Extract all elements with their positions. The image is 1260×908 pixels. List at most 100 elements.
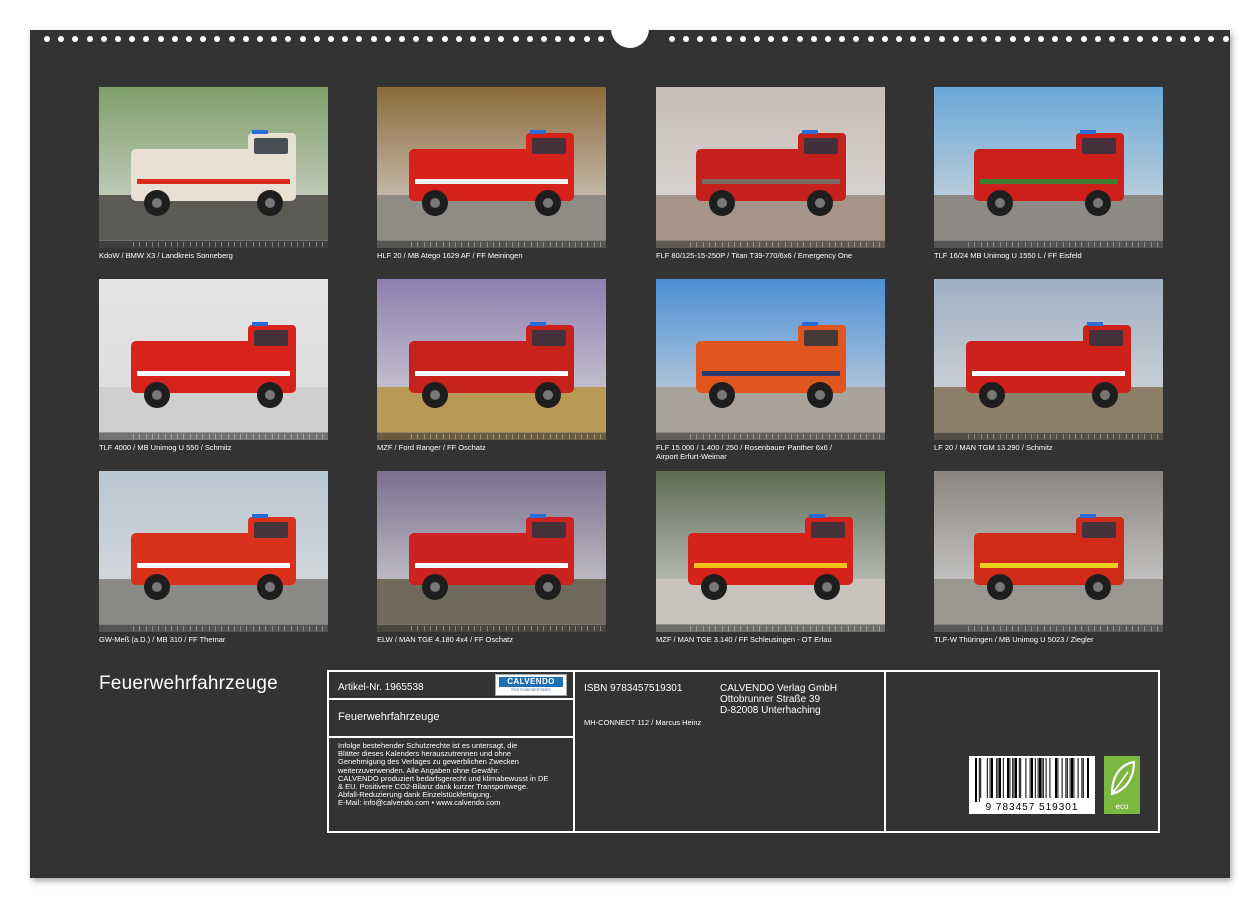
binding-hole [584, 36, 590, 42]
vehicle-photo [656, 279, 885, 440]
date-strip [934, 240, 1163, 248]
date-strip [934, 624, 1163, 632]
binding-hole [953, 36, 959, 42]
author: MH-CONNECT 112 / Marcus Heinz [584, 719, 701, 727]
date-strip [377, 624, 606, 632]
vehicle-photo [99, 279, 328, 440]
binding-hole [981, 36, 987, 42]
binding-hole [1095, 36, 1101, 42]
binding-hole [456, 36, 462, 42]
binding-hole [882, 36, 888, 42]
binding-hole [797, 36, 803, 42]
binding-hole [868, 36, 874, 42]
binding-hole [314, 36, 320, 42]
info-column-article: Artikel-Nr. 1965538 CALVENDO Ihre Kalend… [329, 672, 573, 831]
calvendo-logo-word: CALVENDO [499, 677, 563, 687]
binding-hole [285, 36, 291, 42]
binding-hole [413, 36, 419, 42]
binding-hole [385, 36, 391, 42]
vehicle-photo [99, 87, 328, 248]
spiral-binding [30, 30, 1230, 50]
date-strip [377, 432, 606, 440]
binding-hole [513, 36, 519, 42]
month-tile: TLF-W Thüringen / MB Unimog U 5023 / Zie… [934, 471, 1163, 644]
calendar-back-page: KdoW / BMW X3 / Landkreis Sonneberg HLF 2… [30, 30, 1230, 878]
binding-hole [1166, 36, 1172, 42]
binding-hole [1109, 36, 1115, 42]
tile-caption: KdoW / BMW X3 / Landkreis Sonneberg [99, 251, 328, 260]
binding-hole [172, 36, 178, 42]
date-strip [99, 432, 328, 440]
binding-hole [924, 36, 930, 42]
month-tile: FLF 15.000 / 1.400 / 250 / Rosenbauer Pa… [656, 279, 885, 461]
date-strip [656, 240, 885, 248]
binding-hole [271, 36, 277, 42]
binding-hole [158, 36, 164, 42]
article-number: Artikel-Nr. 1965538 [338, 682, 424, 693]
tile-caption: MZF / MAN TGE 3.140 / FF Schleusingen - … [656, 635, 885, 644]
tile-caption: GW-Meß (a.D.) / MB 310 / FF Themar [99, 635, 328, 644]
divider [573, 672, 575, 831]
tile-caption: TLF 4000 / MB Unimog U 550 / Schmitz [99, 443, 328, 452]
binding-hole [371, 36, 377, 42]
divider [884, 672, 886, 831]
product-title: Feuerwehrfahrzeuge [338, 712, 440, 723]
binding-hole [129, 36, 135, 42]
vehicle-photo [656, 87, 885, 248]
binding-hole [598, 36, 604, 42]
binding-hole [910, 36, 916, 42]
binding-hole [101, 36, 107, 42]
eco-badge: eco [1104, 756, 1140, 814]
binding-hole [1038, 36, 1044, 42]
month-tile: ELW / MAN TGE 4.180 4x4 / FF Oschatz [377, 471, 606, 644]
binding-hole [1180, 36, 1186, 42]
month-tile: LF 20 / MAN TGM 13.290 / Schmitz [934, 279, 1163, 452]
isbn: ISBN 9783457519301 [584, 683, 682, 694]
month-tile: KdoW / BMW X3 / Landkreis Sonneberg [99, 87, 328, 260]
vehicle-photo [377, 471, 606, 632]
tile-caption: FLF 15.000 / 1.400 / 250 / Rosenbauer Pa… [656, 443, 885, 461]
binding-hole [44, 36, 50, 42]
binding-hole [1152, 36, 1158, 42]
binding-hole [853, 36, 859, 42]
vehicle-photo [934, 279, 1163, 440]
leaf-icon [1104, 756, 1140, 800]
binding-hole [300, 36, 306, 42]
vehicle-photo [934, 87, 1163, 248]
binding-hole [1010, 36, 1016, 42]
binding-hole [1223, 36, 1229, 42]
binding-hole [243, 36, 249, 42]
month-tile: TLF 16/24 MB Unimog U 1550 L / FF Eisfel… [934, 87, 1163, 260]
month-tile: GW-Meß (a.D.) / MB 310 / FF Themar [99, 471, 328, 644]
binding-hole [1123, 36, 1129, 42]
date-strip [99, 240, 328, 248]
tile-caption: ELW / MAN TGE 4.180 4x4 / FF Oschatz [377, 635, 606, 644]
binding-hole [569, 36, 575, 42]
barcode-bars [969, 756, 1095, 802]
binding-hole [1081, 36, 1087, 42]
binding-hole [342, 36, 348, 42]
barcode: 9 783457 519301 [969, 756, 1095, 814]
month-tile: FLF 80/125-15-250P / Titan T39-770/6x6 /… [656, 87, 885, 260]
binding-hole [186, 36, 192, 42]
binding-hole [498, 36, 504, 42]
binding-hole [328, 36, 334, 42]
date-strip [934, 432, 1163, 440]
divider [329, 698, 573, 700]
date-strip [377, 240, 606, 248]
vehicle-photo [934, 471, 1163, 632]
binding-hole [669, 36, 675, 42]
binding-hole [399, 36, 405, 42]
binding-hole [1137, 36, 1143, 42]
date-strip [99, 624, 328, 632]
binding-hole [1208, 36, 1214, 42]
binding-hole [214, 36, 220, 42]
binding-hole [697, 36, 703, 42]
binding-hole [115, 36, 121, 42]
binding-hole [1052, 36, 1058, 42]
binding-hole [726, 36, 732, 42]
binding-hole [825, 36, 831, 42]
barcode-number: 9 783457 519301 [969, 802, 1095, 813]
date-strip [656, 624, 885, 632]
month-tile: HLF 20 / MB Atego 1629 AF / FF Meiningen [377, 87, 606, 260]
